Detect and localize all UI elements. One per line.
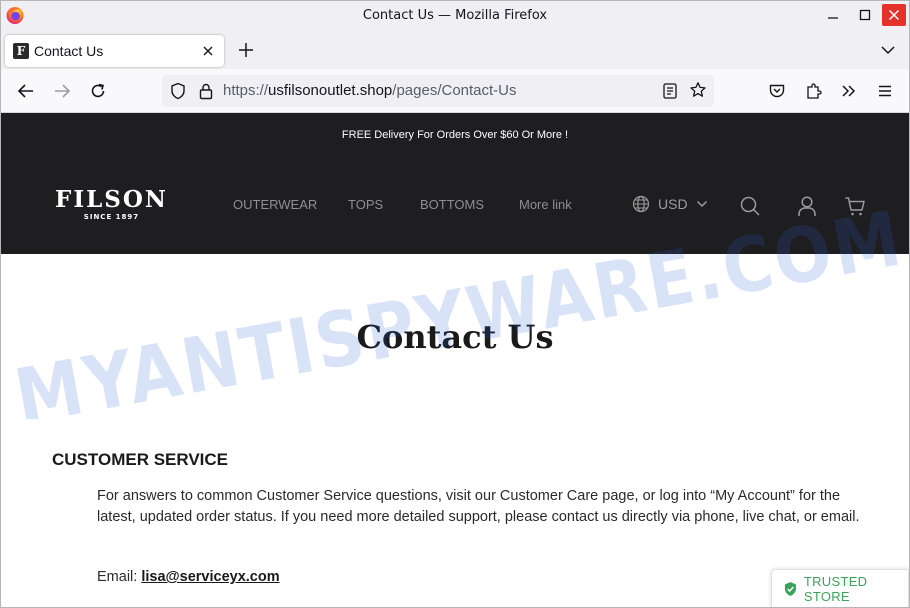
customer-service-text: For answers to common Customer Service q… [97,488,860,525]
currency-selector[interactable]: USD [632,195,708,213]
url-text[interactable]: https://usfilsonoutlet.shop/pages/Contac… [223,82,517,99]
chevron-down-icon [696,200,707,208]
minimize-icon [828,17,838,19]
plus-icon[interactable] [237,41,255,59]
tab-title: Contact Us [34,43,104,59]
reload-button[interactable] [88,81,108,101]
site-logo[interactable]: FILSON SINCE 1897 [55,186,168,222]
overflow-icon [842,85,856,97]
logo-tagline: SINCE 1897 [83,213,140,221]
url-scheme: https:// [223,82,269,99]
chevron-down-icon[interactable] [880,43,896,57]
extensions-icon [807,83,822,99]
globe-icon [632,195,650,213]
browser-window: Contact Us — Mozilla Firefox F Contact U… [0,0,910,608]
menu-item-more-link[interactable]: More link [519,197,572,212]
shield-icon[interactable] [169,82,187,100]
pocket-button[interactable] [767,81,787,101]
forward-arrow-icon [55,84,71,98]
cart-icon[interactable] [844,195,866,217]
url-path: /pages/Contact-Us [392,82,517,99]
reader-view-icon[interactable] [662,82,678,100]
trusted-store-badge[interactable]: TRUSTED STORE [771,569,909,607]
shield-check-icon [784,582,796,596]
announcement-bar: FREE Delivery For Orders Over $60 Or Mor… [1,113,909,157]
email-line: Email: lisa@serviceyx.com [97,569,280,585]
tab-favicon: F [13,43,29,59]
account-icon[interactable] [796,195,818,217]
forward-button[interactable] [52,81,72,101]
menu-item-bottoms[interactable]: BOTTOMS [420,197,484,212]
app-menu-button[interactable] [875,81,895,101]
trusted-store-label: TRUSTED STORE [803,574,868,604]
menu-item-tops[interactable]: TOPS [348,197,383,212]
web-page: FREE Delivery For Orders Over $60 Or Mor… [1,113,909,607]
site-header: FILSON SINCE 1897 OUTERWEAR TOPS BOTTOMS… [1,157,909,254]
close-icon [888,9,900,21]
tab-contact-us[interactable]: F Contact Us [5,35,224,67]
tab-close-icon[interactable] [201,44,215,58]
navigation-toolbar: https://usfilsonoutlet.shop/pages/Contac… [1,69,909,113]
url-bar[interactable]: https://usfilsonoutlet.shop/pages/Contac… [162,75,714,107]
minimize-button[interactable] [821,5,845,25]
pocket-icon [769,84,785,98]
email-label: Email: [97,569,142,585]
maximize-button[interactable] [853,5,877,25]
reload-icon [91,83,105,98]
menu-item-outerwear[interactable]: OUTERWEAR [233,197,317,212]
tab-strip: F Contact Us [1,31,909,69]
hamburger-menu-icon [879,85,891,97]
back-arrow-icon [17,84,33,98]
overflow-button[interactable] [839,81,859,101]
currency-label: USD [658,196,688,212]
back-button[interactable] [16,81,36,101]
email-link[interactable]: lisa@serviceyx.com [141,569,279,585]
maximize-icon [859,9,871,21]
page-title: Contact Us [356,318,554,356]
window-title: Contact Us — Mozilla Firefox [362,8,548,23]
section-heading: CUSTOMER SERVICE [52,450,229,469]
close-window-button[interactable] [882,4,906,26]
star-icon[interactable] [689,81,707,99]
logo-name: FILSON [55,186,168,213]
lock-icon[interactable] [198,82,214,100]
main-content: Contact Us CUSTOMER SERVICE For answers … [1,254,909,607]
url-host: usfilsonoutlet.shop [268,82,393,99]
title-bar: Contact Us — Mozilla Firefox [1,1,909,31]
extensions-button[interactable] [804,81,824,101]
search-icon[interactable] [739,195,761,217]
